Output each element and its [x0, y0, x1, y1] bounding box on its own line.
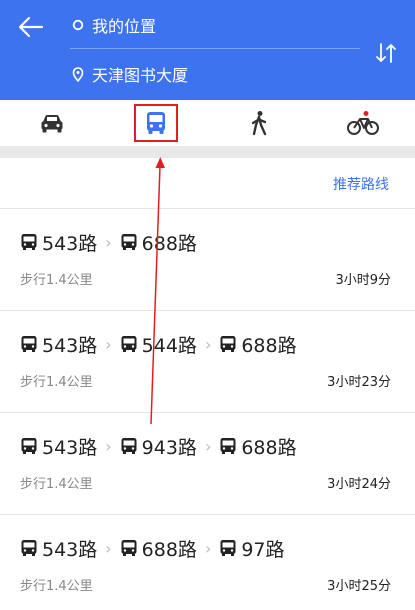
- walk-distance: 步行1.4公里: [20, 375, 93, 390]
- bus-line-name: 543路: [42, 436, 98, 459]
- travel-time: 3小时25分: [327, 579, 391, 594]
- chevron-right-icon: ›: [105, 232, 112, 252]
- bus-line-segment: 543路: [20, 331, 97, 358]
- selection-highlight-box: [133, 104, 178, 142]
- bus-icon: [120, 539, 138, 557]
- bus-line-segment: 543路: [20, 229, 97, 256]
- travel-time: 3小时24分: [327, 477, 391, 492]
- route-item[interactable]: 543路 › 688路步行1.4公里 3小时9分: [0, 209, 415, 310]
- walk-distance: 步行1.4公里: [20, 273, 93, 288]
- route-item[interactable]: 543路 › 688路 › 97路步行1.4公里 3小时25分: [0, 515, 415, 610]
- bus-line-name: 943路: [141, 436, 197, 459]
- bus-icon: [20, 233, 38, 251]
- section-gap: [0, 146, 415, 158]
- route-lines: 543路 › 688路: [20, 229, 197, 255]
- swap-button[interactable]: [369, 36, 403, 70]
- tab-bike[interactable]: [311, 100, 415, 146]
- transport-mode-tabs: [0, 100, 415, 146]
- bus-line-name: 688路: [141, 538, 197, 561]
- route-lines: 543路 › 688路 › 97路: [20, 535, 285, 561]
- arrow-left-icon: [18, 16, 44, 38]
- route-lines: 543路 › 943路 › 688路: [20, 433, 297, 459]
- route-item[interactable]: 543路 › 943路 › 688路步行1.4公里 3小时24分: [0, 413, 415, 514]
- route-planner-screen: 我的位置 天津图书大厦 推荐路线 543路 › 688路 步行1.4公里 3小时…: [0, 0, 415, 610]
- bus-line-name: 97路: [241, 538, 285, 561]
- bus-line-name: 543路: [42, 232, 98, 255]
- destination-text: 天津图书大厦: [92, 66, 189, 85]
- bus-line-segment: 97路: [219, 535, 285, 562]
- bus-icon: [120, 335, 138, 353]
- back-button[interactable]: [14, 10, 48, 44]
- bus-icon: [20, 437, 38, 455]
- origin-text: 我的位置: [92, 17, 157, 36]
- bus-line-segment: 688路: [219, 433, 297, 460]
- destination-field[interactable]: 天津图书大厦: [70, 59, 188, 89]
- chevron-right-icon: ›: [204, 538, 212, 558]
- chevron-right-icon: ›: [105, 334, 112, 354]
- route-item[interactable]: 543路 › 544路 › 688路步行1.4公里 3小时23分: [0, 311, 415, 412]
- bus-icon: [219, 539, 237, 557]
- bus-line-name: 544路: [141, 334, 197, 357]
- chevron-right-icon: ›: [204, 436, 212, 456]
- bus-line-segment: 543路: [20, 535, 97, 562]
- tab-walk[interactable]: [208, 100, 312, 146]
- location-pin-icon: [70, 66, 86, 82]
- bus-icon: [20, 539, 38, 557]
- walk-icon: [252, 111, 267, 136]
- travel-time: 3小时23分: [327, 375, 391, 390]
- route-lines: 543路 › 544路 › 688路: [20, 331, 297, 357]
- bus-line-name: 543路: [42, 538, 98, 561]
- bus-icon: [120, 233, 138, 251]
- bus-line-name: 543路: [42, 334, 98, 357]
- walk-distance: 步行1.4公里: [20, 579, 93, 594]
- car-icon: [41, 115, 63, 133]
- travel-time: 3小时9分: [335, 273, 391, 288]
- bus-line-segment: 688路: [120, 229, 197, 256]
- bus-line-name: 688路: [241, 334, 297, 357]
- bus-icon: [20, 335, 38, 353]
- walk-distance: 步行1.4公里: [20, 477, 93, 492]
- bus-line-segment: 688路: [219, 331, 297, 358]
- field-divider: [70, 48, 360, 49]
- bus-icon: [219, 335, 237, 353]
- swap-vertical-icon: [376, 43, 396, 63]
- chevron-right-icon: ›: [105, 538, 112, 558]
- bus-icon: [120, 437, 138, 455]
- tab-bus[interactable]: [104, 100, 208, 146]
- origin-dot-icon: [70, 17, 86, 33]
- bus-icon: [219, 437, 237, 455]
- tab-drive[interactable]: [0, 100, 104, 146]
- origin-field[interactable]: 我的位置: [70, 10, 156, 40]
- bus-line-segment: 943路: [120, 433, 197, 460]
- bus-line-segment: 688路: [120, 535, 197, 562]
- bus-line-name: 688路: [141, 232, 197, 255]
- bus-line-segment: 543路: [20, 433, 97, 460]
- bus-line-name: 688路: [241, 436, 297, 459]
- bus-line-segment: 544路: [120, 331, 197, 358]
- header-bar: 我的位置 天津图书大厦: [0, 0, 415, 100]
- bike-icon: [347, 111, 380, 135]
- recommended-routes-link[interactable]: 推荐路线: [333, 174, 389, 194]
- chevron-right-icon: ›: [105, 436, 112, 456]
- chevron-right-icon: ›: [204, 334, 212, 354]
